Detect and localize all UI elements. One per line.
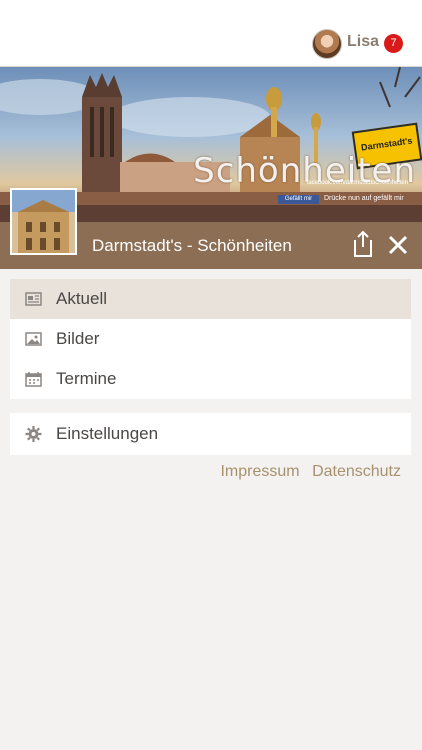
share-icon[interactable] xyxy=(351,230,375,258)
banner-subtitle: facebook.com/darmstadtschoenheiten xyxy=(306,180,408,186)
menu-item-bilder[interactable]: Bilder xyxy=(10,319,411,359)
settings-menu: Einstellungen xyxy=(10,413,411,455)
gear-icon xyxy=(25,426,42,442)
menu-item-label: Einstellungen xyxy=(56,424,159,443)
top-bar: Lisa 7 xyxy=(0,0,422,67)
palace-image xyxy=(18,200,69,253)
image-icon xyxy=(25,332,42,346)
datenschutz-link[interactable]: Datenschutz xyxy=(312,463,401,480)
menu-item-einstellungen[interactable]: Einstellungen xyxy=(10,413,411,455)
footer-links: Impressum Datenschutz xyxy=(212,463,401,481)
menu-item-aktuell[interactable]: Aktuell xyxy=(10,279,411,319)
menu-item-label: Aktuell xyxy=(56,289,108,308)
menu-item-label: Bilder xyxy=(56,329,100,348)
avatar[interactable] xyxy=(312,29,342,59)
newspaper-icon xyxy=(25,292,42,306)
notification-badge[interactable]: 7 xyxy=(384,34,403,53)
user-name[interactable]: Lisa xyxy=(347,33,379,51)
calendar-icon xyxy=(25,372,42,387)
page-title: Darmstadt's - Schönheiten xyxy=(92,236,292,255)
like-hint: Drücke nun auf gefällt mir xyxy=(324,195,404,202)
menu-item-termine[interactable]: Termine xyxy=(10,359,411,399)
menu-item-label: Termine xyxy=(56,369,117,388)
page-thumbnail[interactable] xyxy=(10,188,77,255)
impressum-link[interactable]: Impressum xyxy=(220,463,299,480)
like-button[interactable]: Gefällt mir xyxy=(278,195,319,204)
close-icon[interactable] xyxy=(388,235,408,255)
main-menu: Aktuell Bilder Termine xyxy=(10,279,411,399)
